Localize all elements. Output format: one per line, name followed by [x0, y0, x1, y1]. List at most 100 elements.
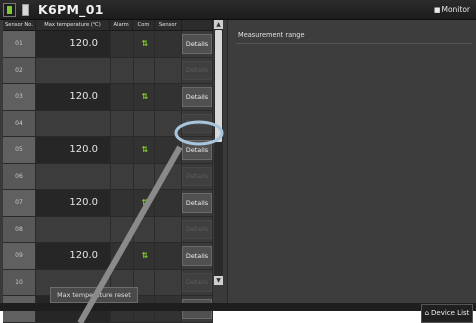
alarm-status	[111, 110, 134, 136]
com-status: ⇅	[134, 137, 155, 163]
details-cell: Details	[182, 31, 213, 57]
max-temperature-value	[36, 216, 111, 242]
scroll-thumb[interactable]	[215, 30, 222, 142]
details-cell: Details	[182, 110, 213, 136]
monitor-tab[interactable]: ■Monitor	[434, 3, 470, 16]
table-header: Sensor No. Max temperature (℃) Alarm Com…	[3, 20, 214, 31]
details-button: Details	[182, 272, 212, 292]
header-sensor-no: Sensor No.	[3, 20, 37, 30]
max-temperature-value: 120.0	[36, 84, 111, 110]
com-status: ⇅	[134, 190, 155, 216]
com-status	[134, 163, 155, 189]
details-button[interactable]: Details	[182, 87, 212, 107]
comm-arrow-icon: ⇅	[141, 251, 149, 260]
com-status: ⇅	[134, 84, 155, 110]
measurement-panel: Measurement range	[227, 20, 476, 303]
sensor-status	[155, 190, 182, 216]
max-temperature-value	[36, 57, 111, 83]
comm-arrow-icon: ⇅	[141, 39, 149, 48]
comm-arrow-icon: ⇅	[141, 145, 149, 154]
alarm-status	[111, 190, 134, 216]
sensor-number: 10	[3, 269, 36, 295]
details-button[interactable]: Details	[182, 246, 212, 266]
details-cell: Details	[182, 163, 213, 189]
sensor-status	[155, 269, 182, 295]
alarm-status	[111, 31, 134, 57]
details-button: Details	[182, 60, 212, 80]
scroll-down-icon[interactable]: ▼	[214, 276, 223, 285]
details-button[interactable]: Details	[182, 34, 212, 54]
max-temperature-reset-button[interactable]: Max temperature reset	[50, 287, 138, 303]
sensor-status	[155, 163, 182, 189]
sensor-status	[155, 110, 182, 136]
table-body: 01 120.0 ⇅ Details 02 Details 03 120.0 ⇅ Details 0…	[3, 31, 213, 323]
com-status: ⇅	[134, 31, 155, 57]
sensor-status	[155, 84, 182, 110]
details-cell: Details	[182, 269, 213, 295]
max-temperature-value: 120.0	[36, 137, 111, 163]
details-button: Details	[182, 219, 212, 239]
details-cell: Details	[182, 243, 213, 269]
details-cell: Details	[182, 216, 213, 242]
table-row: 09 120.0 ⇅ Details	[3, 243, 213, 270]
comm-arrow-icon: ⇅	[141, 198, 149, 207]
max-temperature-value: 120.0	[36, 31, 111, 57]
details-button[interactable]: Details	[182, 140, 212, 160]
com-status	[134, 216, 155, 242]
status-bar	[0, 303, 476, 311]
table-row: 06 Details	[3, 163, 213, 190]
sensor-status	[155, 57, 182, 83]
details-cell: Details	[182, 57, 213, 83]
alarm-status	[111, 84, 134, 110]
details-cell: Details	[182, 137, 213, 163]
max-temperature-value: 120.0	[36, 243, 111, 269]
details-button: Details	[182, 166, 212, 186]
sensor-status	[155, 243, 182, 269]
alarm-status	[111, 57, 134, 83]
header-com: Com	[133, 20, 155, 30]
table-row: 03 120.0 ⇅ Details	[3, 84, 213, 111]
device-list-label: Device List	[431, 309, 470, 317]
sensor-table-panel: Sensor No. Max temperature (℃) Alarm Com…	[3, 20, 224, 323]
com-status	[134, 57, 155, 83]
device-list-button[interactable]: ⌂ Device List	[421, 304, 473, 323]
measurement-range-title: Measurement range	[238, 31, 305, 39]
sensor-status	[155, 216, 182, 242]
section-divider	[236, 43, 472, 44]
sensor-number: 09	[3, 243, 36, 269]
table-scrollbar[interactable]: ▲ ▼	[214, 20, 223, 285]
header-alarm: Alarm	[110, 20, 134, 30]
sensor-number: 07	[3, 190, 36, 216]
details-button[interactable]: Details	[182, 193, 212, 213]
sensor-number: 01	[3, 31, 36, 57]
table-row: 08 Details	[3, 216, 213, 243]
title-bar: K6PM_01 ■Monitor	[0, 0, 476, 20]
max-temperature-value: 120.0	[36, 190, 111, 216]
header-details	[182, 20, 214, 30]
table-row: 07 120.0 ⇅ Details	[3, 190, 213, 217]
sensor-number: 06	[3, 163, 36, 189]
max-temperature-value	[36, 110, 111, 136]
sensor-number: 02	[3, 57, 36, 83]
header-sensor: Sensor	[155, 20, 182, 30]
window-title: K6PM_01	[38, 2, 104, 17]
sensor-status	[155, 31, 182, 57]
comm-arrow-icon: ⇅	[141, 92, 149, 101]
alarm-status	[111, 137, 134, 163]
sensor-number: 08	[3, 216, 36, 242]
alarm-status	[111, 216, 134, 242]
alarm-status	[111, 243, 134, 269]
details-button: Details	[182, 113, 212, 133]
table-row: 01 120.0 ⇅ Details	[3, 31, 213, 58]
com-status	[134, 110, 155, 136]
home-icon: ⌂	[424, 309, 430, 317]
table-row: 04 Details	[3, 110, 213, 137]
max-temperature-value	[36, 163, 111, 189]
app-window: K6PM_01 ■Monitor Sensor No. Max temperat…	[0, 0, 476, 323]
scroll-up-icon[interactable]: ▲	[214, 20, 223, 29]
camera-icon: ■	[433, 6, 441, 14]
details-cell: Details	[182, 190, 213, 216]
menu-icon[interactable]	[3, 3, 16, 17]
sensor-number: 03	[3, 84, 36, 110]
table-row: 05 120.0 ⇅ Details	[3, 137, 213, 164]
